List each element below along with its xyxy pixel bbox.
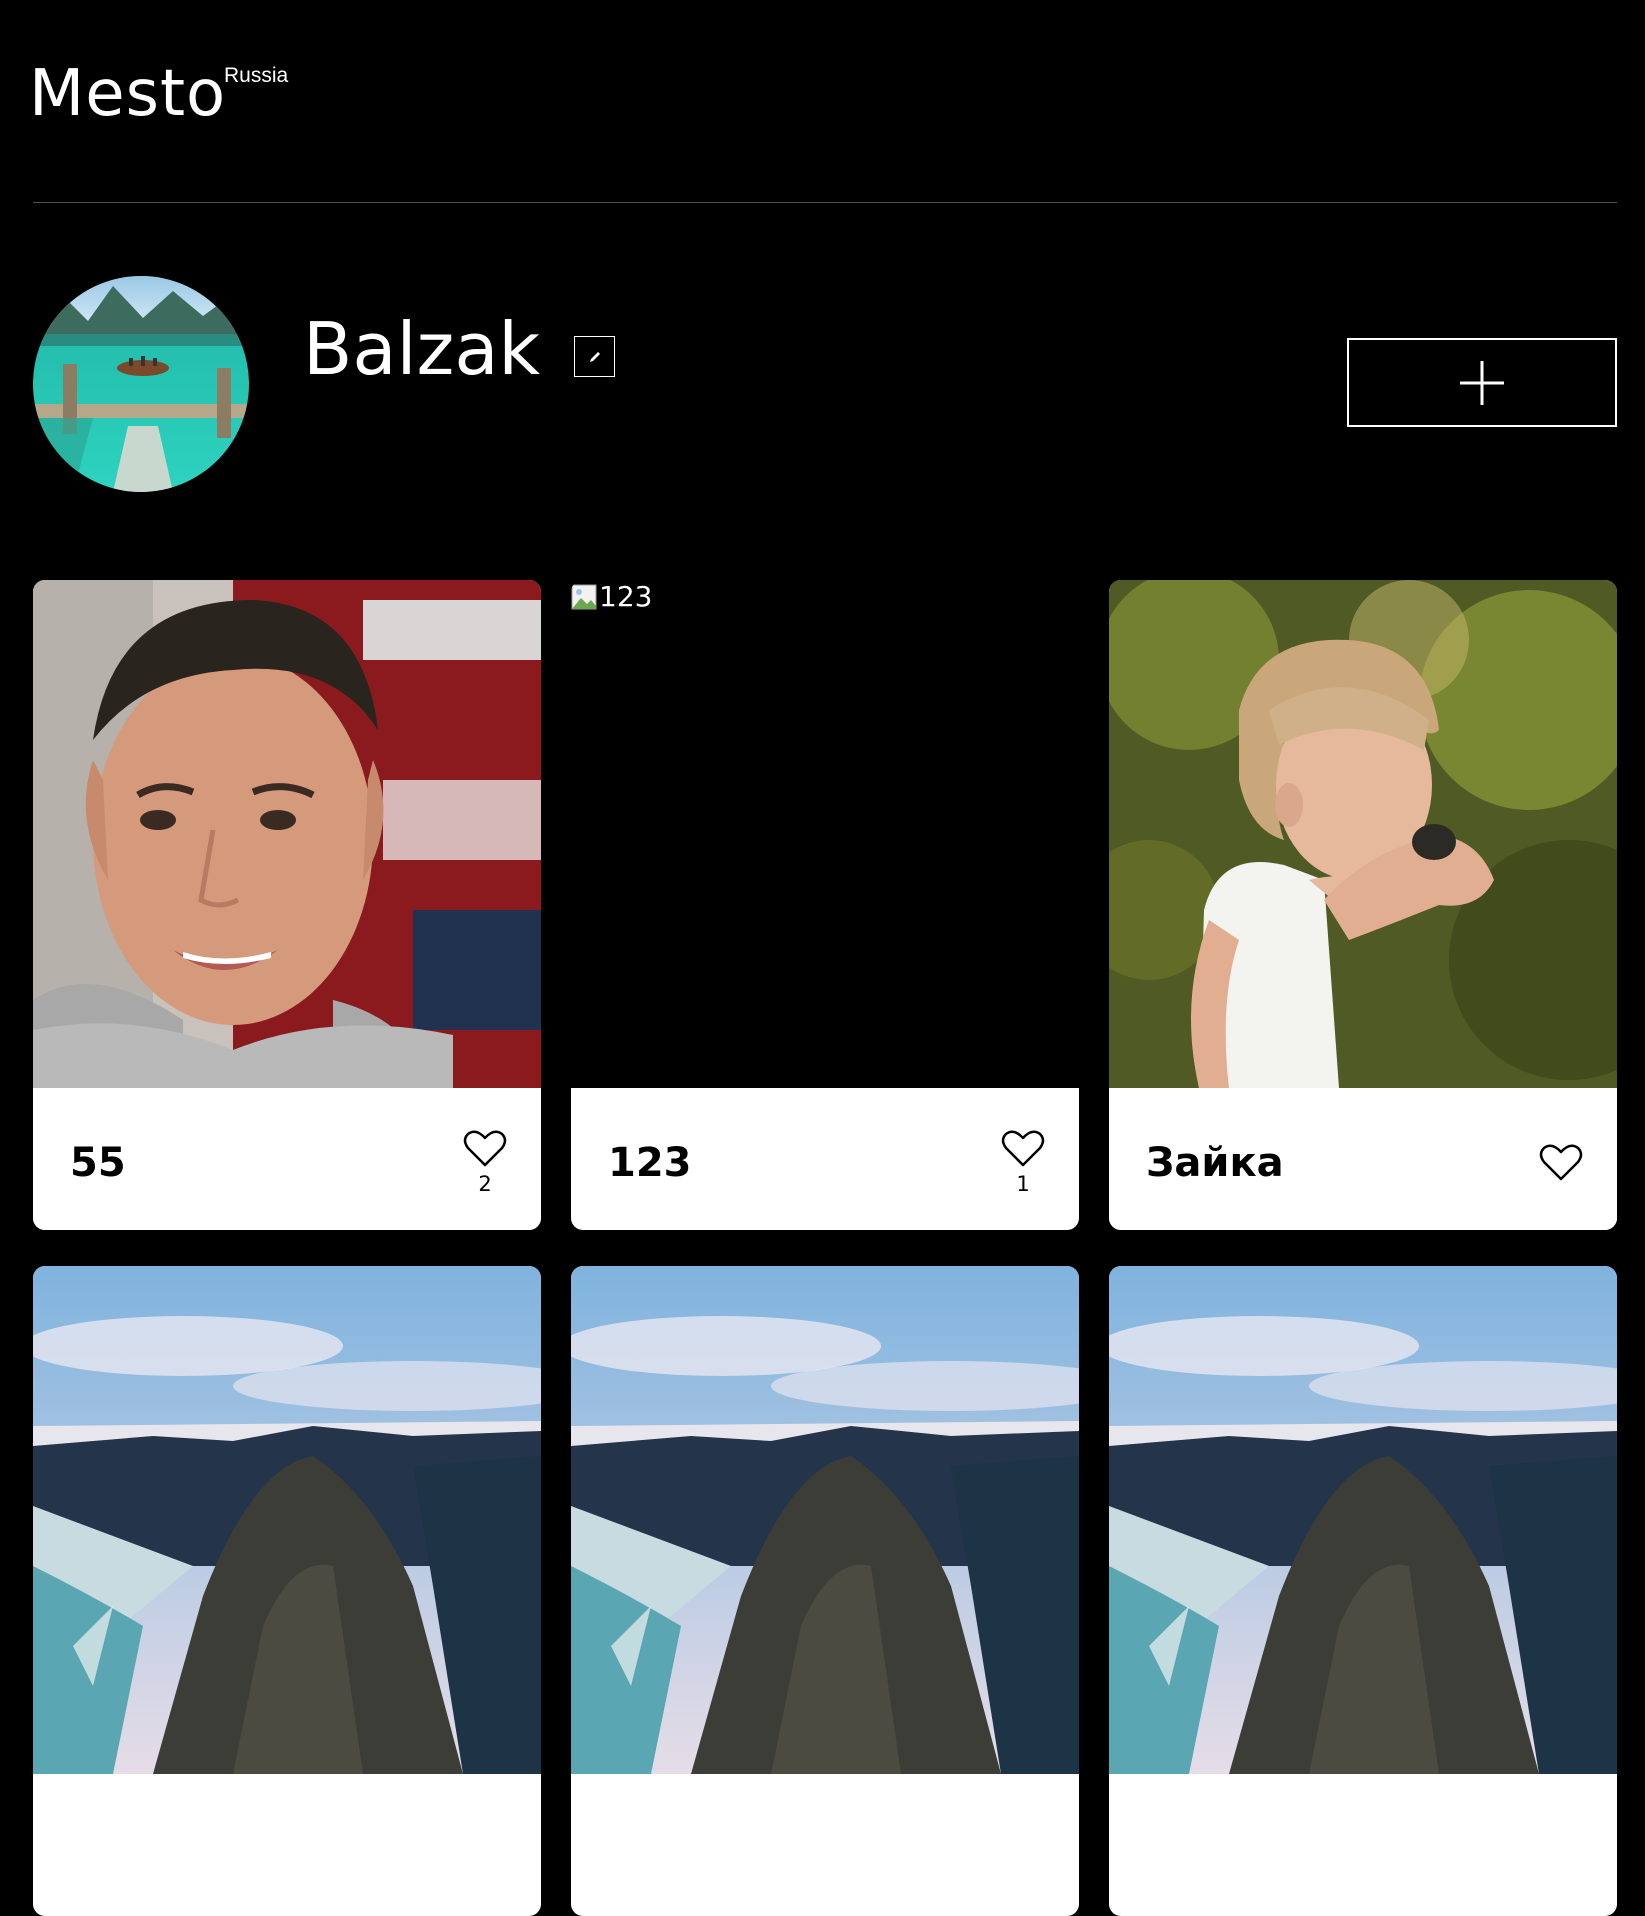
- card-title: 55: [70, 1140, 126, 1186]
- logo-country: Russia: [224, 64, 289, 87]
- card-image[interactable]: [1109, 1266, 1617, 1774]
- like-button[interactable]: [1001, 1130, 1045, 1168]
- card: [1109, 1266, 1617, 1916]
- avatar[interactable]: [33, 276, 249, 492]
- card-image[interactable]: [33, 1266, 541, 1774]
- heart-icon: [463, 1130, 507, 1167]
- card-image[interactable]: 123: [571, 580, 1079, 1088]
- page: Mesto Russia Balzak 55 2 123 123 1 Зайка: [29, 0, 1617, 1916]
- like-button[interactable]: [1539, 1144, 1583, 1182]
- card-title: Зайка: [1146, 1140, 1284, 1186]
- card: Зайка: [1109, 580, 1617, 1230]
- card: [33, 1266, 541, 1916]
- image-alt-text: 123: [599, 580, 653, 613]
- broken-image: 123: [571, 580, 652, 613]
- add-card-button[interactable]: [1347, 338, 1617, 427]
- card-body: 55 2: [33, 1088, 541, 1230]
- card: [571, 1266, 1079, 1916]
- heart-icon: [1539, 1144, 1583, 1181]
- broken-image-icon: [571, 584, 597, 609]
- pencil-icon: [589, 351, 600, 362]
- profile-name: Balzak: [303, 307, 541, 391]
- heart-icon: [1001, 1130, 1045, 1167]
- card-image[interactable]: [33, 580, 541, 1088]
- card-title: 123: [608, 1140, 692, 1186]
- edit-profile-button[interactable]: [574, 336, 615, 377]
- plus-icon: [1460, 360, 1504, 405]
- card-body: Зайка: [1109, 1088, 1617, 1230]
- card-image[interactable]: [571, 1266, 1079, 1774]
- like-count: 1: [1016, 1172, 1030, 1196]
- card: 123 123 1: [571, 580, 1079, 1230]
- header: Mesto Russia: [29, 0, 1617, 203]
- logo[interactable]: Mesto: [29, 62, 226, 126]
- profile: Balzak: [33, 203, 1617, 581]
- card-body: 123 1: [571, 1088, 1079, 1230]
- like-count: 2: [478, 1172, 492, 1196]
- card: 55 2: [33, 580, 541, 1230]
- card-image[interactable]: [1109, 580, 1617, 1088]
- like-button[interactable]: [463, 1130, 507, 1168]
